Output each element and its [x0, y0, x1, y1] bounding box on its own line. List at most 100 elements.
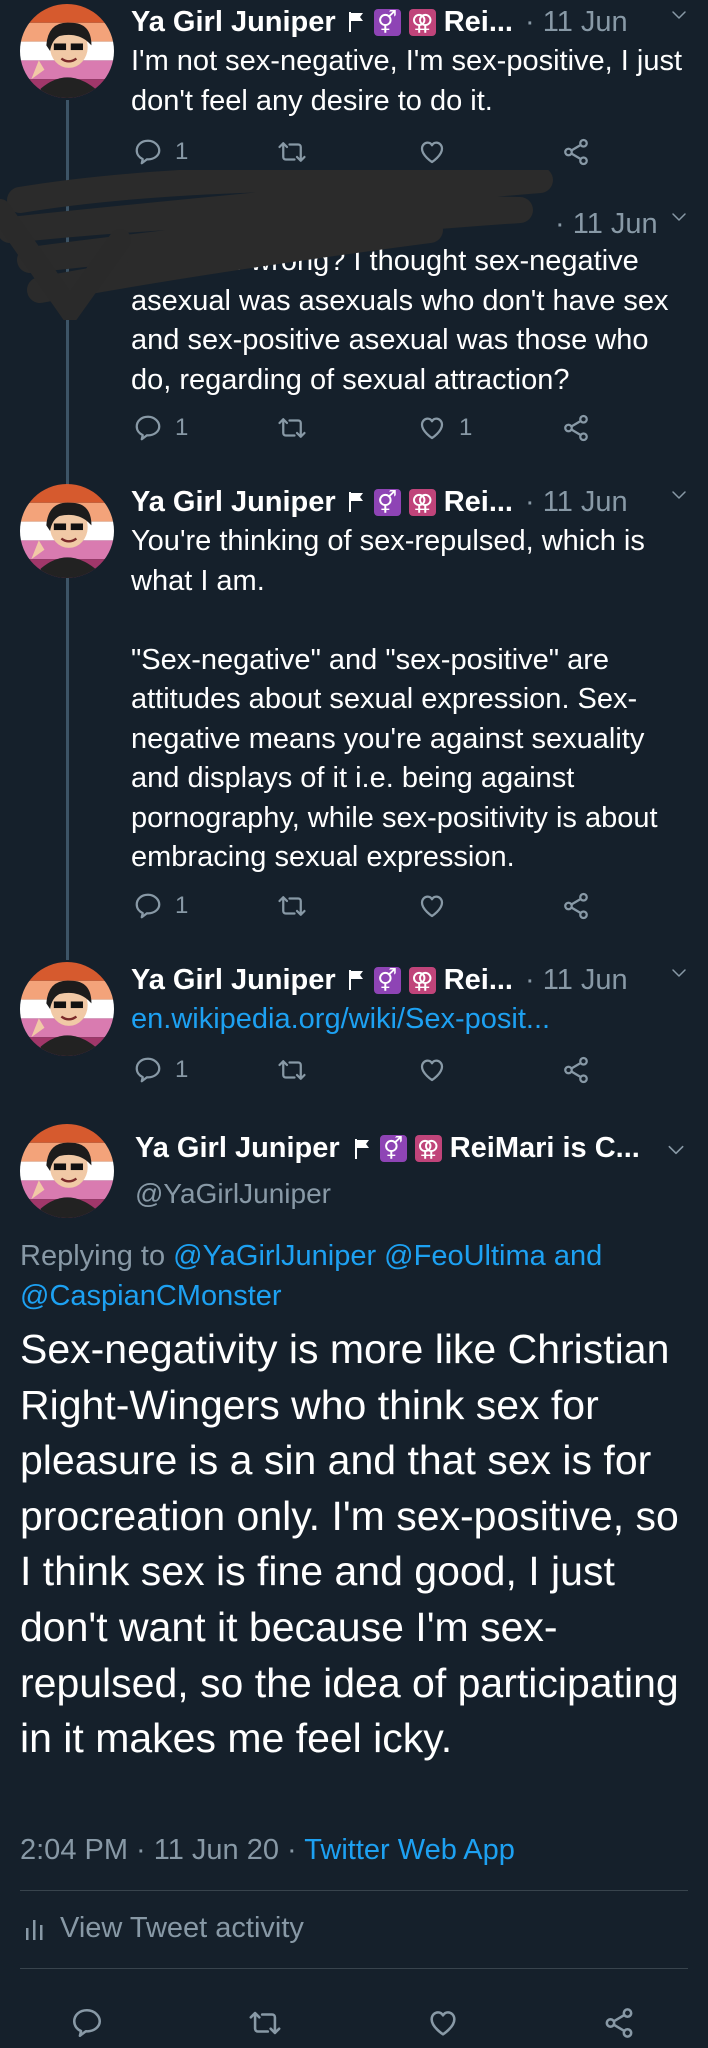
- tweet-actions: 1: [131, 134, 601, 170]
- retweet-button[interactable]: [277, 410, 307, 446]
- tweet-header: Ya Girl Juniper ⚥ ⚢ Rei... · 11 Jun: [131, 960, 688, 1000]
- flag-icon: [352, 1137, 372, 1161]
- avatar[interactable]: [20, 4, 114, 98]
- replying-users[interactable]: @YaGirlJuniper @FeoUltima: [173, 1240, 546, 1272]
- like-button[interactable]: [417, 134, 447, 170]
- reply-icon: [133, 137, 163, 167]
- share-button[interactable]: [561, 134, 591, 170]
- avatar[interactable]: [20, 1124, 114, 1218]
- share-button[interactable]: [561, 1052, 591, 1088]
- share-button[interactable]: [602, 2005, 636, 2041]
- display-name-truncated: Rei...: [443, 485, 513, 518]
- reply-icon: [70, 2006, 104, 2040]
- like-icon: [426, 2006, 460, 2040]
- retweet-icon: [277, 137, 307, 167]
- retweet-icon: [277, 413, 307, 443]
- retweet-button[interactable]: [277, 134, 307, 170]
- tweet-source[interactable]: Twitter Web App: [304, 1834, 515, 1866]
- lesbian-symbol-icon: ⚢: [408, 488, 436, 516]
- reply-button[interactable]: 1: [133, 1052, 188, 1088]
- main-tweet-text: Sex-negativity is more like Christian Ri…: [20, 1326, 679, 1762]
- intersex-symbol-icon: ⚥: [373, 966, 401, 994]
- like-button[interactable]: [417, 888, 447, 924]
- display-name-truncated: ReiMari is C...: [449, 1132, 640, 1164]
- divider: [20, 1890, 688, 1891]
- replying-and[interactable]: and: [554, 1240, 602, 1272]
- lesbian-symbol-icon: ⚢: [408, 8, 436, 36]
- reply-button[interactable]: 1: [133, 410, 188, 446]
- divider: [20, 1968, 688, 1969]
- share-icon: [602, 2006, 636, 2040]
- reply-icon: [133, 1055, 163, 1085]
- like-icon: [417, 891, 447, 921]
- avatar[interactable]: [20, 962, 114, 1056]
- reply-button[interactable]: 1: [133, 134, 188, 170]
- display-name-truncated: Rei...: [443, 5, 513, 38]
- activity-label: View Tweet activity: [60, 1912, 304, 1944]
- tweet-date[interactable]: · 11 Jun: [525, 964, 628, 997]
- tweet-date[interactable]: · 11 Jun: [525, 6, 628, 39]
- intersex-symbol-icon: ⚥: [373, 488, 401, 516]
- chevron-down-icon[interactable]: [670, 964, 688, 982]
- flag-icon: [346, 968, 366, 992]
- like-icon: [417, 1055, 447, 1085]
- chevron-down-icon[interactable]: [670, 6, 688, 24]
- main-tweet-header: Ya Girl Juniper ⚥ ⚢ ReiMari is C...: [135, 1132, 640, 1165]
- reply-icon: [133, 891, 163, 921]
- avatar[interactable]: [20, 484, 114, 578]
- tweet-actions: 1: [131, 888, 601, 924]
- retweet-icon: [277, 891, 307, 921]
- tweet-date[interactable]: · 11 Jun: [555, 208, 658, 241]
- like-icon: [417, 413, 447, 443]
- reply-count: 1: [175, 414, 189, 441]
- tweet-header: Ya Girl Juniper ⚥ ⚢ Rei... · 11 Jun: [131, 2, 688, 42]
- flag-icon: [346, 10, 366, 34]
- user-handle[interactable]: @YaGirlJuniper: [135, 1178, 331, 1210]
- tweet-timestamp[interactable]: 2:04 PM · 11 Jun 20 ·: [20, 1834, 297, 1866]
- display-name[interactable]: Ya Girl Juniper: [131, 6, 336, 39]
- tweet-meta: 2:04 PM · 11 Jun 20 · Twitter Web App: [20, 1834, 515, 1867]
- retweet-button[interactable]: [277, 888, 307, 924]
- redaction-scribble: [0, 170, 553, 320]
- like-button[interactable]: [417, 1052, 447, 1088]
- share-icon: [561, 137, 591, 167]
- share-button[interactable]: [561, 410, 591, 446]
- share-button[interactable]: [561, 888, 591, 924]
- intersex-symbol-icon: ⚥: [373, 8, 401, 36]
- retweet-icon: [248, 2006, 282, 2040]
- share-icon: [561, 413, 591, 443]
- replying-last-user[interactable]: @CaspianCMonster: [20, 1280, 282, 1312]
- reply-button[interactable]: 1: [133, 888, 188, 924]
- reply-count: 1: [175, 138, 189, 165]
- replying-to: Replying to @YaGirlJuniper @FeoUltima an…: [20, 1236, 688, 1316]
- display-name[interactable]: Ya Girl Juniper: [131, 486, 336, 519]
- like-button[interactable]: [426, 2005, 460, 2041]
- chevron-down-icon[interactable]: [666, 1140, 686, 1160]
- view-tweet-activity[interactable]: View Tweet activity: [24, 1912, 304, 1945]
- chevron-down-icon[interactable]: [670, 486, 688, 504]
- lesbian-symbol-icon: ⚢: [414, 1135, 442, 1162]
- intersex-symbol-icon: ⚥: [379, 1135, 407, 1162]
- like-button[interactable]: 1: [417, 410, 472, 446]
- tweet-header: Ya Girl Juniper ⚥ ⚢ Rei... · 11 Jun: [131, 482, 688, 522]
- display-name[interactable]: Ya Girl Juniper: [135, 1132, 340, 1165]
- retweet-icon: [277, 1055, 307, 1085]
- chevron-down-icon[interactable]: [670, 208, 688, 226]
- tweet-text: I'm not sex-negative, I'm sex-positive, …: [131, 45, 691, 117]
- tweet-text: You're thinking of sex-repulsed, which i…: [131, 525, 658, 873]
- tweet-date[interactable]: · 11 Jun: [525, 486, 628, 519]
- share-icon: [561, 891, 591, 921]
- reply-button[interactable]: [70, 2005, 104, 2041]
- display-name[interactable]: Ya Girl Juniper: [131, 964, 336, 997]
- retweet-button[interactable]: [277, 1052, 307, 1088]
- bar-chart-icon: [26, 1919, 43, 1940]
- lesbian-symbol-icon: ⚢: [408, 966, 436, 994]
- tweet-actions: 1: [131, 1052, 601, 1088]
- retweet-button[interactable]: [248, 2005, 282, 2041]
- main-tweet-actions: [0, 2005, 708, 2045]
- like-icon: [417, 137, 447, 167]
- tweet-link[interactable]: en.wikipedia.org/wiki/Sex-posit...: [131, 1000, 688, 1040]
- flag-icon: [346, 490, 366, 514]
- like-count: 1: [459, 414, 473, 441]
- tweet-actions: 1 1: [131, 410, 601, 446]
